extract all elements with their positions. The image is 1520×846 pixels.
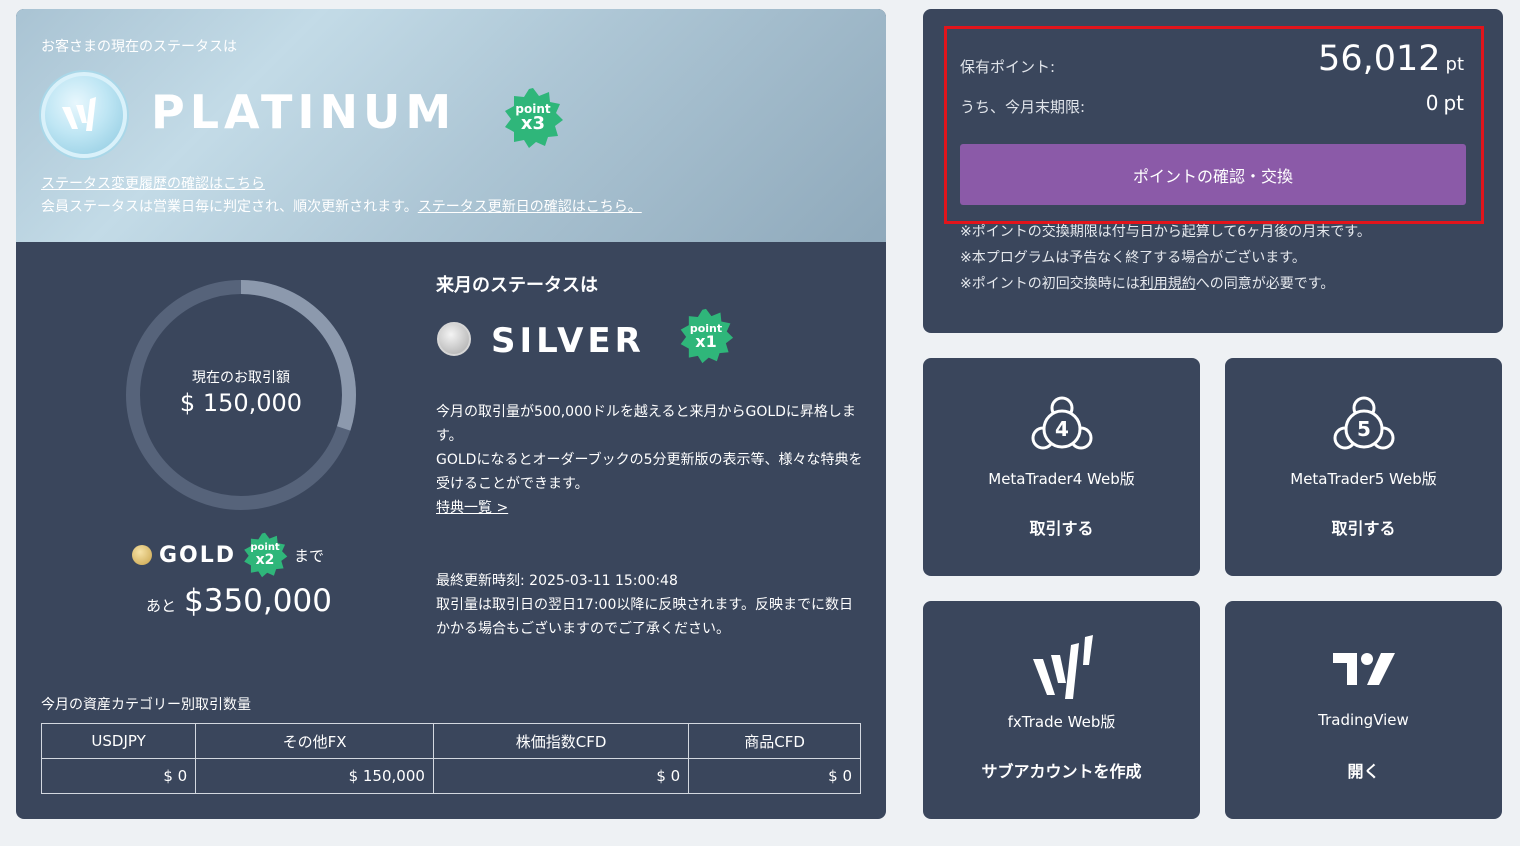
table-cell: $ 0 [688,758,861,794]
status-history-link[interactable]: ステータス変更履歴の確認はこちら [41,176,265,192]
current-amount-label: 現在のお取引額 [192,370,290,386]
held-points-value: 56,012 pt [1318,39,1464,79]
expiring-points-label: うち、今月末期限: [960,98,1086,116]
expiring-points-value: 0 pt [1426,91,1464,115]
table-cell: $ 0 [40,758,197,794]
remaining-prefix: あと [146,597,177,615]
fxtrade-logo-icon [923,633,1200,703]
promotion-condition: 今月の取引量が500,000ドルを越えると来月からGOLDに昇格します。 [436,404,856,444]
tradingview-open-button[interactable]: 開く [1225,758,1502,782]
update-info: 最終更新時刻: 2025-03-11 15:00:48 取引量は取引日の翌日17… [436,569,866,641]
tradingview-tile[interactable]: TradingView 開く [1225,601,1502,819]
platinum-tier-name: PLATINUM [151,85,457,139]
status-card: お客さまの現在のステータスは PLATINUM point x3 ステータス変更… [16,9,886,819]
metatrader5-icon: 5 [1225,392,1502,462]
note-expiry: ※ポイントの交換期限は付与日から起算して6ヶ月後の月末です。 [960,224,1371,240]
next-month-title: 来月のステータスは [436,275,598,296]
status-update-date-link[interactable]: ステータス更新日の確認はこちら。 [418,199,642,215]
gold-tier-name: GOLD [159,542,237,568]
update-note: 取引量は取引日の翌日17:00以降に反映されます。反映までに数日かかる場合もござ… [436,597,853,637]
remaining-value: $350,000 [184,583,332,619]
category-volume-table: USDJPY その他FX 株価指数CFD 商品CFD $ 0 $ 150,000… [40,723,861,794]
fxtrade-tile[interactable]: fxTrade Web版 サブアカウントを作成 [923,601,1200,819]
platinum-medal-icon [41,72,127,158]
table-header-cell: その他FX [195,723,434,759]
point-x1-badge: point x1 [678,308,734,364]
note-terms-pre: ※ポイントの初回交換時には [960,276,1140,292]
metatrader-version-glyph: 5 [1357,417,1371,441]
current-status-header: お客さまの現在のステータスは PLATINUM point x3 ステータス変更… [16,9,886,242]
points-notes: ※ポイントの交換期限は付与日から起算して6ヶ月後の月末です。 ※本プログラムは予… [960,219,1371,297]
create-subaccount-button[interactable]: サブアカウントを作成 [923,758,1200,782]
held-points-label: 保有ポイント: [960,58,1056,76]
points-unit: pt [1445,54,1464,75]
badge-multiplier: x3 [520,113,546,134]
status-note: 会員ステータスは営業日毎に判定され、順次更新されます。 [41,199,418,215]
goal-made-text: まで [294,546,325,565]
silver-medal-icon [437,322,471,356]
tile-name: TradingView [1318,711,1409,729]
table-cell: $ 150,000 [195,758,434,794]
expiring-points-number: 0 [1425,91,1439,115]
tile-name: MetaTrader4 Web版 [988,470,1135,488]
table-header-cell: USDJPY [40,723,197,759]
terms-of-use-link[interactable]: 利用規約 [1140,276,1196,292]
tile-name: MetaTrader5 Web版 [1290,470,1437,488]
note-terms-post: への同意が必要です。 [1195,276,1335,292]
last-updated: 最終更新時刻: 2025-03-11 15:00:48 [436,573,678,589]
silver-tier-name: SILVER [491,321,645,361]
gold-benefits-text: GOLDになるとオーダーブックの5分更新版の表示等、様々な特典を受けることができ… [436,452,863,492]
metatrader4-trade-button[interactable]: 取引する [923,515,1200,539]
trade-amount-donut: 現在のお取引額 $ 150,000 [121,275,361,515]
points-card: 保有ポイント: 56,012 pt うち、今月末期限: 0 pt ポイントの確認・交… [923,9,1503,333]
badge-multiplier: x2 [255,552,275,568]
table-header-row: USDJPY その他FX 株価指数CFD 商品CFD [40,723,861,759]
badge-multiplier: x1 [695,331,717,351]
held-points-number: 56,012 [1318,39,1441,79]
metatrader4-icon: 4 [923,392,1200,462]
metatrader-version-glyph: 4 [1055,417,1069,441]
note-terms: ※ポイントの初回交換時には利用規約への同意が必要です。 [960,271,1371,297]
metatrader4-tile[interactable]: 4 MetaTrader4 Web版 取引する [923,358,1200,576]
point-x3-badge: point x3 [502,87,564,149]
points-unit: pt [1443,91,1464,115]
note-termination: ※本プログラムは予告なく終了する場合がございます。 [960,250,1306,266]
point-x2-badge: point x2 [242,532,288,578]
benefits-list-link[interactable]: 特典一覧 > [436,500,508,516]
status-links: ステータス変更履歴の確認はこちら 会員ステータスは営業日毎に判定され、順次更新さ… [41,173,642,219]
metatrader5-tile[interactable]: 5 MetaTrader5 Web版 取引する [1225,358,1502,576]
goal-tier-row: GOLD point x2 まで [132,532,325,578]
metatrader5-trade-button[interactable]: 取引する [1225,515,1502,539]
tile-name: fxTrade Web版 [1007,713,1116,731]
gold-medal-icon [132,545,152,565]
points-exchange-button[interactable]: ポイントの確認・交換 [960,144,1466,205]
current-amount-value: $ 150,000 [179,389,303,417]
remaining-amount: あと $350,000 [146,583,332,619]
tradingview-logo-icon [1225,641,1502,697]
next-month-description: 今月の取引量が500,000ドルを越えると来月からGOLDに昇格します。 GOL… [436,400,866,520]
table-header-cell: 株価指数CFD [432,723,690,759]
table-row: $ 0 $ 150,000 $ 0 $ 0 [40,758,861,794]
table-cell: $ 0 [432,758,690,794]
category-table-title: 今月の資産カテゴリー別取引数量 [41,697,251,713]
status-caption: お客さまの現在のステータスは [41,39,237,55]
table-header-cell: 商品CFD [688,723,861,759]
